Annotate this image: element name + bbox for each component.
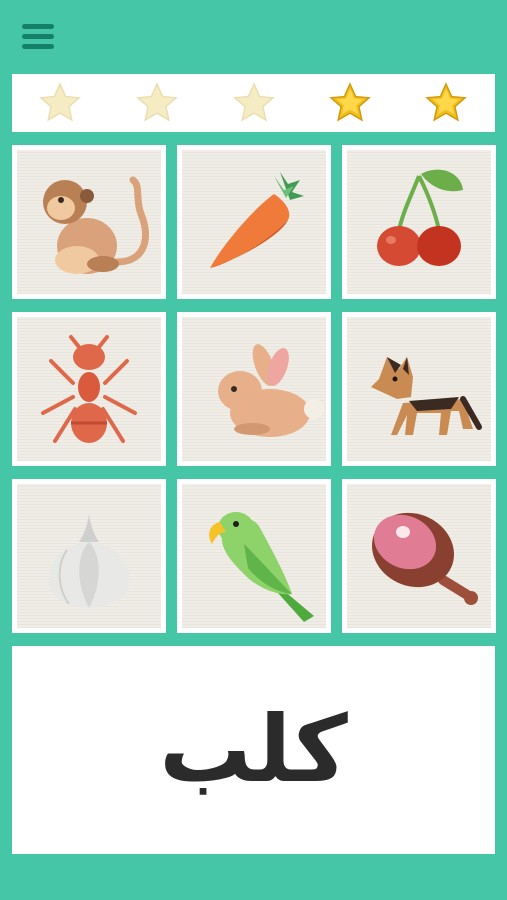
- star-icon: [425, 82, 467, 122]
- tile-garlic[interactable]: [12, 479, 166, 633]
- tile-rabbit[interactable]: [177, 312, 331, 466]
- tile-dog[interactable]: [342, 312, 496, 466]
- menu-line: [22, 24, 54, 29]
- rabbit-icon: [218, 344, 324, 437]
- tile-ant[interactable]: [12, 312, 166, 466]
- tile-monkey[interactable]: [12, 145, 166, 299]
- menu-button[interactable]: [22, 22, 54, 52]
- rating-bar: [12, 74, 495, 132]
- tile-parrot[interactable]: [177, 479, 331, 633]
- tile-ham[interactable]: [342, 479, 496, 633]
- star-icon: [136, 82, 178, 122]
- star-icon: [39, 82, 81, 122]
- star-icon: [233, 82, 275, 122]
- monkey-icon: [43, 176, 149, 274]
- cherries-icon: [377, 169, 463, 266]
- carrot-icon: [210, 172, 304, 268]
- ham-icon: [372, 512, 478, 605]
- menu-line: [22, 44, 54, 49]
- tile-carrot[interactable]: [177, 145, 331, 299]
- dog-icon: [371, 357, 482, 435]
- parrot-icon: [209, 512, 314, 622]
- menu-line: [22, 34, 54, 39]
- tile-cherries[interactable]: [342, 145, 496, 299]
- word-prompt-panel: كلب: [12, 646, 495, 854]
- star-icon: [329, 82, 371, 122]
- target-word: كلب: [159, 696, 348, 803]
- garlic-icon: [48, 514, 130, 608]
- ant-icon: [41, 335, 137, 443]
